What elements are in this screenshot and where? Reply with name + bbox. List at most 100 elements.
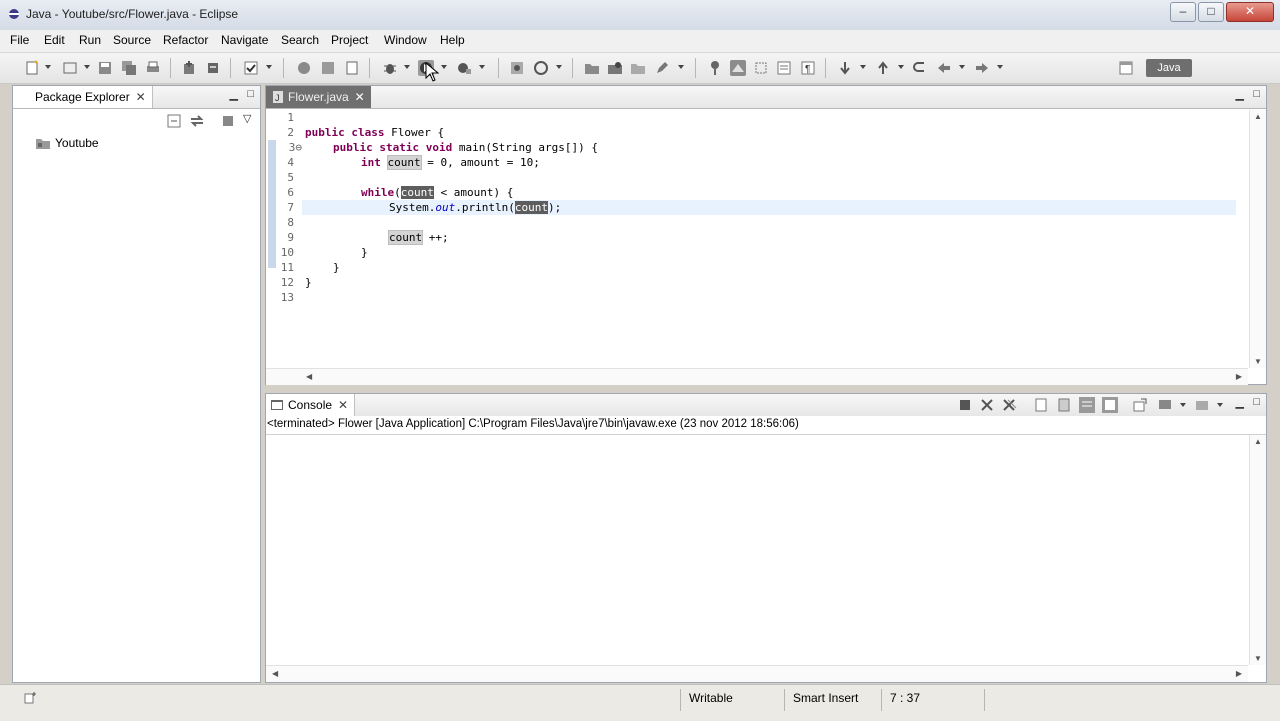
menu-window[interactable]: Window xyxy=(384,33,427,47)
run-dropdown-icon[interactable] xyxy=(441,65,447,69)
menu-source[interactable]: Source xyxy=(113,33,151,47)
save-all-icon[interactable] xyxy=(121,60,137,76)
word-wrap-console-icon[interactable] xyxy=(1079,397,1095,413)
scroll-left-icon[interactable]: ◀ xyxy=(272,669,278,678)
java-perspective-button[interactable]: Java xyxy=(1146,59,1192,77)
close-window-button[interactable]: ✕ xyxy=(1226,2,1274,22)
print-icon[interactable] xyxy=(145,60,161,76)
maximize-button[interactable]: □ xyxy=(1198,2,1224,22)
collapse-all-icon[interactable] xyxy=(166,113,182,129)
forward-dropdown-icon[interactable] xyxy=(997,65,1003,69)
scroll-down-icon[interactable]: ▼ xyxy=(1254,654,1262,663)
open-console-dropdown-icon[interactable] xyxy=(1217,403,1223,407)
search-folder-icon[interactable] xyxy=(630,60,646,76)
pen-icon[interactable] xyxy=(654,60,670,76)
open-type-hierarchy-icon[interactable] xyxy=(509,60,525,76)
console-vertical-scrollbar[interactable]: ▲ ▼ xyxy=(1249,435,1266,665)
save-icon[interactable] xyxy=(97,60,113,76)
tab-console[interactable]: Console ✕ xyxy=(266,394,356,416)
back-dropdown-icon[interactable] xyxy=(959,65,965,69)
pin-console-icon[interactable] xyxy=(1132,397,1148,413)
block-selection-icon[interactable] xyxy=(753,60,769,76)
open-folder-icon[interactable] xyxy=(584,60,600,76)
prev-annotation-icon[interactable] xyxy=(875,60,891,76)
menu-help[interactable]: Help xyxy=(440,33,465,47)
back-icon[interactable] xyxy=(936,60,952,76)
maximize-view-icon[interactable]: □ xyxy=(247,88,254,100)
open-dropdown-icon[interactable] xyxy=(84,65,90,69)
debug-dropdown-icon[interactable] xyxy=(404,65,410,69)
forward-icon[interactable] xyxy=(974,60,990,76)
tab-flower-java[interactable]: J Flower.java ✕ xyxy=(266,86,371,108)
fast-view-icon[interactable] xyxy=(22,690,38,706)
tab-package-explorer[interactable]: Package Explorer ✕ xyxy=(13,86,153,108)
show-whitespace-icon[interactable]: ¶ xyxy=(800,60,816,76)
pin-icon[interactable] xyxy=(707,60,723,76)
focus-on-task-icon[interactable] xyxy=(220,113,236,129)
next-annotation-dropdown-icon[interactable] xyxy=(860,65,866,69)
menu-edit[interactable]: Edit xyxy=(44,33,65,47)
remove-all-terminated-icon[interactable] xyxy=(1002,397,1018,413)
scroll-left-icon[interactable]: ◀ xyxy=(306,372,312,381)
menu-search[interactable]: Search xyxy=(281,33,319,47)
show-console-icon[interactable] xyxy=(1102,397,1118,413)
minimize-view-icon[interactable]: ▁ xyxy=(1236,396,1244,409)
open-task-icon[interactable] xyxy=(607,60,623,76)
display-console-dropdown-icon[interactable] xyxy=(1180,403,1186,407)
scroll-right-icon[interactable]: ▶ xyxy=(1236,372,1242,381)
scroll-up-icon[interactable]: ▲ xyxy=(1254,112,1262,121)
task-check-icon[interactable] xyxy=(243,60,259,76)
prev-annotation-dropdown-icon[interactable] xyxy=(898,65,904,69)
debug-icon[interactable] xyxy=(382,60,398,76)
menu-refactor[interactable]: Refactor xyxy=(163,33,208,47)
minimize-view-icon[interactable]: ▁ xyxy=(1236,88,1244,101)
link-with-editor-icon[interactable] xyxy=(189,113,205,129)
view-menu-icon[interactable]: ▽ xyxy=(243,112,251,125)
external-tools-dropdown-icon[interactable] xyxy=(479,65,485,69)
refresh-icon[interactable] xyxy=(533,60,549,76)
scroll-down-icon[interactable]: ▼ xyxy=(1254,357,1262,366)
editor-vertical-scrollbar[interactable]: ▲ ▼ xyxy=(1249,110,1266,368)
refresh-dropdown-icon[interactable] xyxy=(556,65,562,69)
scroll-up-icon[interactable]: ▲ xyxy=(1254,437,1262,446)
new-class-icon[interactable] xyxy=(296,60,312,76)
next-annotation-icon[interactable] xyxy=(837,60,853,76)
new-icon[interactable] xyxy=(24,60,40,76)
new-java-project-icon[interactable] xyxy=(181,60,197,76)
menu-run[interactable]: Run xyxy=(79,33,101,47)
editor-horizontal-scrollbar[interactable]: ◀ ▶ xyxy=(266,368,1248,385)
open-type-icon[interactable] xyxy=(62,60,78,76)
new-interface-icon[interactable] xyxy=(320,60,336,76)
minimize-view-icon[interactable]: ▁ xyxy=(230,88,238,101)
new-dropdown-icon[interactable] xyxy=(45,65,51,69)
open-console-icon[interactable] xyxy=(1194,397,1210,413)
pen-dropdown-icon[interactable] xyxy=(678,65,684,69)
open-perspective-icon[interactable] xyxy=(1118,60,1134,76)
tree-item-youtube[interactable]: Youtube xyxy=(35,136,99,150)
close-icon[interactable]: ✕ xyxy=(355,86,365,108)
close-icon[interactable]: ✕ xyxy=(136,86,146,108)
last-edit-location-icon[interactable] xyxy=(912,60,928,76)
terminate-icon[interactable] xyxy=(957,397,973,413)
task-dropdown-icon[interactable] xyxy=(266,65,272,69)
new-file-icon[interactable] xyxy=(344,60,360,76)
line-number[interactable]: 3⊖ xyxy=(260,141,302,154)
scroll-right-icon[interactable]: ▶ xyxy=(1236,669,1242,678)
minimize-button[interactable]: – xyxy=(1170,2,1196,22)
word-wrap-icon[interactable] xyxy=(776,60,792,76)
console-horizontal-scrollbar[interactable]: ◀ ▶ xyxy=(266,665,1248,682)
remove-launch-icon[interactable] xyxy=(979,397,995,413)
menu-file[interactable]: File xyxy=(10,33,29,47)
clear-console-icon[interactable] xyxy=(1033,397,1049,413)
maximize-view-icon[interactable]: □ xyxy=(1253,88,1260,100)
menu-project[interactable]: Project xyxy=(331,33,368,47)
menu-navigate[interactable]: Navigate xyxy=(221,33,268,47)
console-output[interactable] xyxy=(266,435,1248,665)
maximize-view-icon[interactable]: □ xyxy=(1253,396,1260,408)
display-console-icon[interactable] xyxy=(1157,397,1173,413)
close-icon[interactable]: ✕ xyxy=(338,394,348,416)
external-tools-icon[interactable] xyxy=(456,60,472,76)
mark-occurrences-icon[interactable] xyxy=(730,60,746,76)
new-java-package-icon[interactable] xyxy=(205,60,221,76)
scroll-lock-icon[interactable] xyxy=(1056,397,1072,413)
